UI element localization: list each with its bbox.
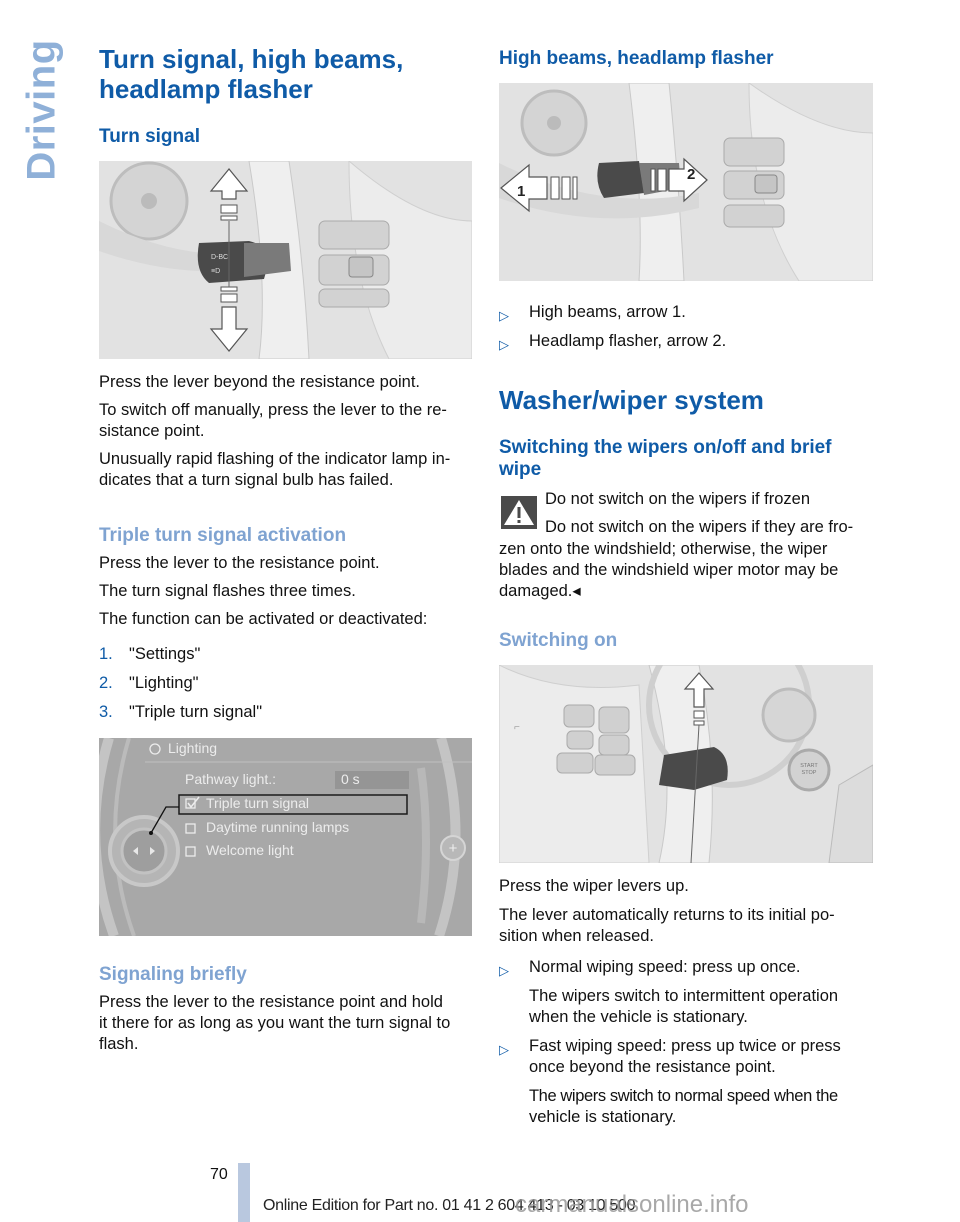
bullet-text: High beams, arrow 1. xyxy=(529,303,686,321)
triple-para-3: The function can be activated or deactiv… xyxy=(99,610,428,628)
high-beams-lever-figure: 1 2 xyxy=(499,83,873,281)
svg-text:+: + xyxy=(449,840,458,857)
triple-para-1: Press the lever to the resistance point. xyxy=(99,554,380,572)
warning-title: Do not switch on the wipers if frozen xyxy=(545,490,811,508)
bullet-text: Normal wiping speed: press up once. xyxy=(529,958,801,976)
step-text: "Settings" xyxy=(129,645,201,663)
bullet-triangle-icon: ▷ xyxy=(499,963,509,978)
switching-on-para-2: The lever automatically returns to its i… xyxy=(499,905,835,947)
page-title-line2: headlamp flasher xyxy=(99,74,313,104)
screen-title: Lighting xyxy=(168,740,218,756)
bullet-item: ▷ High beams, arrow 1. xyxy=(499,302,873,323)
svg-text:STOP: STOP xyxy=(802,770,817,776)
bullet-text-line1: Fast wiping speed: press up twice or pre… xyxy=(529,1037,841,1055)
idrive-lighting-screen-figure: + Lighting Pathway light.: 0 s Triple tu… xyxy=(99,738,472,936)
option-daytime-running-lamps[interactable]: Daytime running lamps xyxy=(206,819,349,835)
bullet-subtext-line2: when the vehicle is stationary. xyxy=(529,1008,748,1026)
bullet-item: ▷ Headlamp flasher, arrow 2. xyxy=(499,331,873,352)
svg-text:D-BC: D-BC xyxy=(211,254,228,261)
switching-wipers-heading-line2: wipe xyxy=(499,459,542,480)
bullet-triangle-icon: ▷ xyxy=(499,1042,509,1057)
step-item-3: 3. "Triple turn signal" xyxy=(99,702,472,723)
step-text: "Lighting" xyxy=(129,674,199,692)
turn-signal-para-3-line1: Unusually rapid flashing of the indicato… xyxy=(99,450,451,468)
option-welcome-light[interactable]: Welcome light xyxy=(206,842,294,858)
turn-signal-para-3: Unusually rapid flashing of the indicato… xyxy=(99,449,450,491)
washer-wiper-title: Washer/wiper system xyxy=(499,385,764,415)
footer-bar xyxy=(238,1163,250,1222)
section-tab-label: Driving xyxy=(19,39,64,181)
signaling-briefly-heading: Signaling briefly xyxy=(99,964,247,985)
bullet-text: Headlamp flasher, arrow 2. xyxy=(529,332,727,350)
svg-text:≡D: ≡D xyxy=(211,268,220,275)
turn-signal-lever-figure: D-BC ≡D xyxy=(99,161,472,359)
page-number: 70 xyxy=(210,1166,228,1183)
arrow-2-label: 2 xyxy=(687,166,695,183)
page-title: Turn signal, high beams, headlamp flashe… xyxy=(99,44,403,104)
turn-signal-heading: Turn signal xyxy=(99,126,200,147)
bullet-triangle-icon: ▷ xyxy=(499,337,509,352)
triple-turn-signal-heading: Triple turn signal activation xyxy=(99,525,347,546)
step-text: "Triple turn signal" xyxy=(129,703,263,721)
step-number: 3. xyxy=(99,703,113,721)
warning-icon xyxy=(501,496,537,529)
bullet-subtext-line2: vehicle is stationary. xyxy=(529,1108,677,1126)
step-item-1: 1. "Settings" xyxy=(99,644,472,665)
bullet-item-fast-speed: ▷ Fast wiping speed: press up twice or p… xyxy=(499,1036,873,1128)
turn-signal-para-2-line2: sistance point. xyxy=(99,422,205,440)
turn-signal-para-2-line1: To switch off manually, press the lever … xyxy=(99,401,447,419)
option-triple-turn-signal[interactable]: Triple turn signal xyxy=(206,795,309,811)
bullet-text-line2: once beyond the resistance point. xyxy=(529,1058,776,1076)
svg-text:⌐: ⌐ xyxy=(514,722,520,733)
switching-on-para-2-line1: The lever automatically returns to its i… xyxy=(499,906,835,924)
signaling-line3: flash. xyxy=(99,1035,139,1053)
turn-signal-para-2: To switch off manually, press the lever … xyxy=(99,400,447,442)
bullet-triangle-icon: ▷ xyxy=(499,308,509,323)
switching-on-heading: Switching on xyxy=(499,630,618,651)
warning-line4: damaged.◂ xyxy=(499,582,581,600)
switching-wipers-heading: Switching the wipers on/off and brief wi… xyxy=(499,437,832,481)
triple-para-2: The turn signal flashes three times. xyxy=(99,582,356,600)
turn-signal-para-1: Press the lever beyond the resistance po… xyxy=(99,373,421,391)
step-number: 1. xyxy=(99,645,113,663)
pathway-light-value[interactable]: 0 s xyxy=(341,771,360,787)
bullet-subtext-line1: The wipers switch to intermittent operat… xyxy=(529,987,839,1005)
warning-line3: blades and the windshield wiper motor ma… xyxy=(499,561,839,579)
warning-line1: Do not switch on the wipers if they are … xyxy=(545,518,854,536)
svg-text:START: START xyxy=(800,763,818,769)
bullet-subtext-line1: The wipers switch to normal speed when t… xyxy=(529,1087,838,1105)
step-item-2: 2. "Lighting" xyxy=(99,673,472,694)
page-title-line1: Turn signal, high beams, xyxy=(99,44,404,74)
switching-wipers-heading-line1: Switching the wipers on/off and brief xyxy=(499,437,832,458)
switching-on-para-2-line2: sition when released. xyxy=(499,927,655,945)
signaling-line2: it there for as long as you want the tur… xyxy=(99,1014,451,1032)
warning-line2: zen onto the windshield; otherwise, the … xyxy=(499,540,828,558)
section-tab: Driving xyxy=(18,39,66,181)
arrow-1-label: 1 xyxy=(517,183,525,200)
step-number: 2. xyxy=(99,674,113,692)
bullet-item-normal-speed: ▷ Normal wiping speed: press up once. Th… xyxy=(499,957,873,1027)
high-beams-heading: High beams, headlamp flasher xyxy=(499,48,774,69)
watermark: carmanualsonline.info xyxy=(515,1191,749,1218)
signaling-line1: Press the lever to the resistance point … xyxy=(99,993,443,1011)
turn-signal-para-3-line2: dicates that a turn signal bulb has fail… xyxy=(99,471,394,489)
signaling-briefly-para: Press the lever to the resistance point … xyxy=(99,992,450,1055)
switching-on-para-1: Press the wiper levers up. xyxy=(499,877,689,895)
warning-body: zen onto the windshield; otherwise, the … xyxy=(499,539,838,602)
wiper-lever-figure: ⌐ START STOP xyxy=(499,665,873,863)
pathway-light-label: Pathway light.: xyxy=(185,771,277,787)
